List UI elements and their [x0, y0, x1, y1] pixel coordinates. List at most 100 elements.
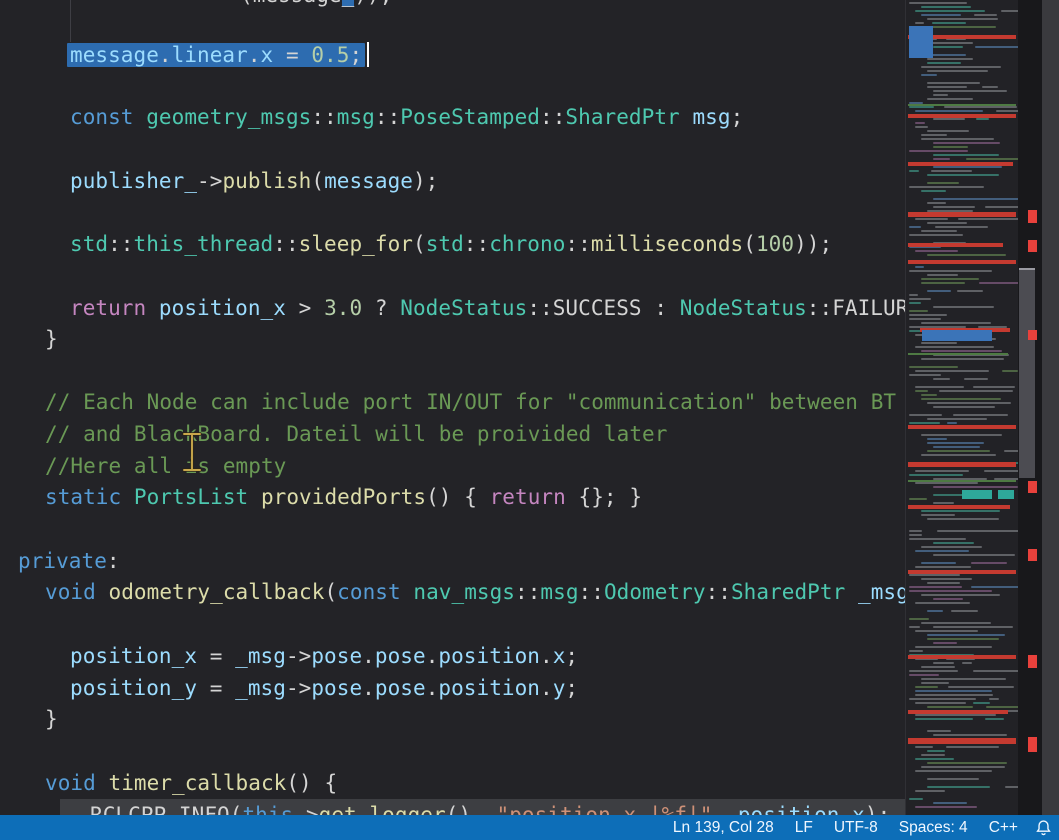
minimap-code-row — [909, 574, 960, 576]
code-line-line-comment-2[interactable]: // and BlackBoard. Dateil will be proivi… — [45, 418, 667, 450]
code-line-line-sleep[interactable]: std::this_thread::sleep_for(std::chrono:… — [70, 228, 832, 260]
token: position — [438, 676, 540, 700]
token: // and BlackBoard. Dateil will be proivi… — [45, 422, 667, 446]
code-line-line-close-brace-2[interactable]: } — [45, 703, 58, 735]
status-item-language[interactable]: C++ — [989, 819, 1018, 837]
minimap-code-row — [921, 398, 1001, 400]
code-line-line-comment-3[interactable]: //Here all is empty — [45, 450, 286, 482]
minimap[interactable] — [905, 0, 1018, 815]
token: , — [712, 803, 737, 815]
minimap-code-row — [964, 378, 989, 380]
code-line-line-close-brace-1[interactable]: } — [45, 323, 58, 355]
vscode-window: (message_)); message.linear.x = 0.5; const… — [0, 0, 1059, 840]
minimap-separator-line — [908, 353, 1008, 355]
minimap-code-row — [933, 734, 1007, 736]
minimap-code-row — [976, 118, 989, 120]
token: } — [45, 327, 58, 351]
minimap-code-row — [927, 254, 1006, 256]
minimap-code-row — [915, 122, 925, 124]
token: :: — [464, 232, 489, 256]
minimap-selection-block — [922, 330, 992, 341]
token: message — [324, 169, 413, 193]
token: _msg — [235, 644, 286, 668]
token: position_x — [159, 296, 286, 320]
minimap-code-row — [909, 234, 963, 236]
minimap-code-row — [933, 502, 954, 504]
status-item-eol[interactable]: LF — [795, 819, 813, 837]
token: ( — [743, 232, 756, 256]
bell-icon[interactable] — [1035, 819, 1052, 837]
code-line-line-private[interactable]: private: — [18, 545, 120, 577]
token: 0.5 — [311, 43, 349, 67]
minimap-code-row — [915, 346, 994, 348]
overview-ruler-error-mark — [1028, 655, 1037, 668]
minimap-code-row — [909, 422, 940, 424]
minimap-code-row — [927, 442, 984, 444]
token: sleep_for — [299, 232, 413, 256]
minimap-code-row — [927, 130, 969, 132]
minimap-code-row — [973, 386, 1015, 388]
token: (), — [446, 803, 497, 815]
minimap-code-row — [944, 106, 1017, 108]
minimap-code-row — [933, 206, 975, 208]
code-line-line-publish[interactable]: publisher_->publish(message); — [70, 165, 438, 197]
status-item-line-col[interactable]: Ln 139, Col 28 — [673, 819, 774, 837]
token: position_x — [70, 644, 197, 668]
minimap-code-row — [915, 370, 989, 372]
minimap-code-row — [915, 758, 954, 760]
scrollbar-thumb[interactable] — [1019, 268, 1035, 478]
minimap-code-row — [985, 718, 1004, 720]
minimap-selection-block — [909, 26, 933, 58]
status-item-encoding[interactable]: UTF-8 — [834, 819, 878, 837]
token: :: — [527, 296, 552, 320]
code-editor[interactable]: (message_)); message.linear.x = 0.5; const… — [0, 0, 905, 815]
minimap-code-row — [909, 698, 976, 700]
code-line-line-return[interactable]: return position_x > 3.0 ? NodeStatus::SU… — [70, 292, 905, 324]
token: ( — [311, 169, 324, 193]
status-item-indent[interactable]: Spaces: 4 — [899, 819, 968, 837]
minimap-code-row — [915, 266, 924, 268]
code-line-line-odometry-cb[interactable]: void odometry_callback(const nav_msgs::m… — [45, 576, 905, 608]
minimap-code-row — [915, 630, 978, 632]
code-line-line-provided-ports[interactable]: static PortsList providedPorts() { retur… — [45, 481, 642, 513]
minimap-code-row — [1001, 10, 1018, 12]
code-line-line-const-msg[interactable]: const geometry_msgs::msg::PoseStamped::S… — [70, 101, 743, 133]
minimap-code-row — [927, 638, 999, 640]
code-line-line-139[interactable]: message.linear.x = 0.5; — [70, 39, 369, 71]
code-line-partial-top[interactable]: (message_)); — [240, 0, 392, 11]
minimap-separator-line — [908, 104, 1016, 106]
minimap-code-row — [933, 626, 1014, 628]
minimap-error-line — [908, 212, 1016, 217]
token: timer_callback — [109, 771, 287, 795]
minimap-code-row — [909, 650, 923, 652]
scrollbar[interactable] — [1018, 0, 1042, 815]
minimap-code-row — [927, 222, 967, 224]
code-line-partial-bottom[interactable]: RCLCPP_INFO(this->get_logger(), "positio… — [90, 799, 890, 815]
minimap-code-row — [958, 218, 1018, 220]
minimap-code-row — [915, 690, 992, 692]
token: ( — [230, 803, 243, 815]
token: return — [70, 296, 146, 320]
token: SUCCESS — [553, 296, 642, 320]
code-line-line-timer-cb[interactable]: void timer_callback() { — [45, 767, 337, 799]
token: private — [18, 549, 107, 573]
token: = — [273, 43, 311, 67]
token: } — [45, 707, 58, 731]
token: ? — [362, 296, 400, 320]
token: )); — [354, 0, 392, 7]
minimap-code-row — [921, 342, 957, 344]
token: {}; } — [566, 485, 642, 509]
token: . — [426, 644, 439, 668]
code-line-line-comment-1[interactable]: // Each Node can include port IN/OUT for… — [45, 386, 896, 418]
minimap-code-row — [927, 18, 998, 20]
minimap-code-row — [915, 10, 985, 12]
minimap-code-row — [996, 110, 1018, 112]
token: SharedPtr — [565, 105, 679, 129]
minimap-code-row — [909, 414, 942, 416]
code-line-line-position-y[interactable]: position_y = _msg->pose.pose.position.y; — [70, 672, 578, 704]
minimap-code-row — [921, 134, 947, 136]
minimap-code-row — [1002, 370, 1017, 372]
code-line-line-position-x[interactable]: position_x = _msg->pose.pose.position.x; — [70, 640, 578, 672]
minimap-code-row — [962, 662, 972, 664]
minimap-code-row — [1005, 786, 1018, 788]
